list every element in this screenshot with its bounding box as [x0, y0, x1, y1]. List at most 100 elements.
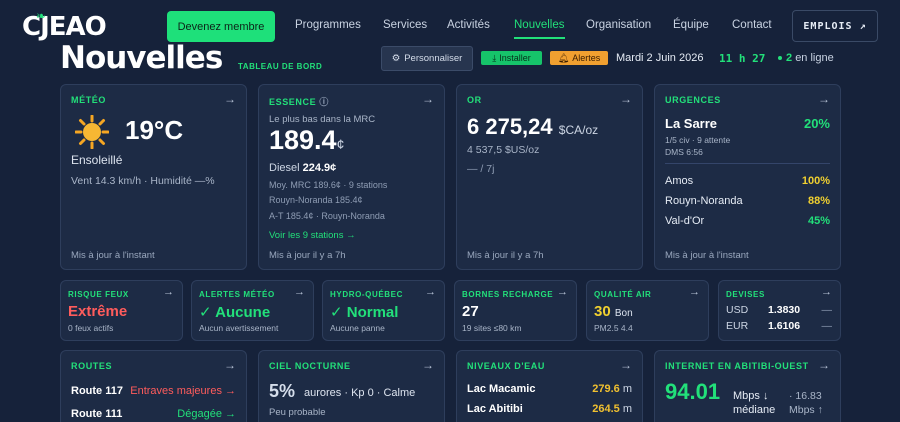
card-meteo[interactable]: MÉTÉO → 19°C Ensoleillé Vent 14.3 km/h ·… [60, 84, 247, 270]
nav-link-contact[interactable]: Contact [732, 19, 772, 31]
card-title: NIVEAUX D'EAU [467, 361, 545, 371]
card-title: CIEL NOCTURNE [269, 361, 351, 371]
help-icon[interactable]: ⓘ [319, 97, 329, 107]
card-alertes-meteo[interactable]: ALERTES MÉTÉO → ✓ Aucune Aucun avertisse… [191, 280, 314, 341]
leaf-icon: ❧ [36, 9, 46, 23]
gas-city: Rouyn-Noranda 185.4¢ [269, 195, 363, 205]
arrow-right-icon[interactable]: → [557, 286, 568, 298]
card-title: DEVISES [726, 290, 765, 299]
air-quality-value: 30 Bon [594, 303, 633, 320]
card-essence[interactable]: ESSENCE ⓘ → Le plus bas dans la MRC 189.… [258, 84, 445, 270]
arrow-right-icon[interactable]: → [422, 358, 434, 372]
weather-alert-value: ✓ Aucune [199, 304, 271, 321]
air-quality-pm: PM2.5 4.4 [594, 323, 633, 333]
emplois-button[interactable]: EMPLOIS ↗ [792, 10, 878, 42]
hospital-row: Rouyn-Noranda 88% [665, 195, 830, 207]
main-hospital: La Sarre [665, 116, 718, 131]
fire-risk-value: Extrême [68, 303, 128, 320]
currency-row: USD 1.3830 — [726, 304, 832, 316]
arrow-right-icon[interactable]: → [422, 92, 434, 106]
card-niveaux-eau[interactable]: NIVEAUX D'EAU → Lac Macamic 279.6 m Lac … [456, 350, 643, 422]
current-date: Mardi 2 Juin 2026 [616, 52, 704, 64]
charger-count: 27 [462, 303, 479, 320]
hospital-row: Amos 100% [665, 175, 830, 187]
card-title: ALERTES MÉTÉO [199, 290, 275, 299]
card-title: MÉTÉO [71, 95, 107, 105]
water-level-row: Lac Abitibi 264.5 m [467, 403, 632, 415]
arrow-right-icon[interactable]: → [620, 358, 632, 372]
card-ciel-nocturne[interactable]: CIEL NOCTURNE → 5% aurores · Kp 0 · Calm… [258, 350, 445, 422]
nav-link-activites[interactable]: Activités [447, 19, 490, 31]
route-row[interactable]: Route 111 Dégagée → [71, 408, 236, 420]
card-risque-feux[interactable]: RISQUE FEUX → Extrême 0 feux actifs [60, 280, 183, 341]
card-internet[interactable]: INTERNET EN ABITIBI-OUEST → 94.01 Mbps ↓… [654, 350, 841, 422]
arrow-right-icon[interactable]: → [224, 358, 236, 372]
online-dot-icon [778, 56, 782, 61]
main-hospital-rate: 20% [803, 116, 830, 131]
nav-link-equipe[interactable]: Équipe [673, 19, 709, 31]
route-row[interactable]: Route 117 Entraves majeures → [71, 385, 236, 397]
alerts-button[interactable]: 🔔︎ Alertes [550, 51, 608, 65]
member-button[interactable]: Devenez membre [167, 11, 275, 42]
card-or[interactable]: OR → 6 275,24 $CA/oz 4 537,5 $US/oz — / … [456, 84, 643, 270]
card-title: BORNES RECHARGE [462, 290, 554, 299]
nav-link-organisation[interactable]: Organisation [586, 19, 651, 31]
weather-alert-sub: Aucun avertissement [199, 323, 279, 333]
hospital-details: 1/5 civ · 9 attente [665, 135, 731, 145]
card-title: QUALITÉ AIR [594, 290, 652, 299]
weather-details: Vent 14.3 km/h · Humidité —% [71, 175, 215, 187]
arrow-right-icon[interactable]: → [620, 92, 632, 106]
upload-speed: · 16.83 Mbps ↑ [789, 390, 823, 416]
page-title: Nouvelles [60, 40, 223, 76]
arrow-right-icon[interactable]: → [224, 92, 236, 106]
card-title: HYDRO-QUÉBEC [330, 290, 403, 299]
sun-icon [75, 115, 109, 149]
water-level-row: Lac Macamic 279.6 m [467, 383, 632, 395]
arrow-right-icon[interactable]: → [818, 92, 830, 106]
gold-price: 6 275,24 $CA/oz [467, 114, 599, 139]
card-title: INTERNET EN ABITIBI-OUEST [665, 361, 809, 371]
arrow-right-icon[interactable]: → [821, 286, 832, 298]
nav-link-programmes[interactable]: Programmes [295, 19, 361, 31]
nav-link-nouvelles[interactable]: Nouvelles [514, 19, 565, 39]
personalize-button[interactable]: ⚙ Personnaliser [381, 46, 473, 71]
bell-icon: 🔔︎ [557, 52, 570, 63]
card-devises[interactable]: DEVISES → USD 1.3830 — EUR 1.6106 — [718, 280, 841, 341]
diesel-price: Diesel 224.9¢ [269, 162, 337, 174]
install-button[interactable]: ⤓ Installer [481, 51, 542, 65]
download-speed: 94.01 [665, 379, 721, 404]
card-title: ESSENCE ⓘ [269, 97, 329, 107]
page-subtitle: TABLEAU DE BORD [238, 62, 323, 71]
update-time: Mis à jour il y a 7h [269, 250, 346, 261]
arrow-right-icon[interactable]: → [689, 286, 700, 298]
hospital-row: Val-d'Or 45% [665, 215, 830, 227]
card-hydro-quebec[interactable]: HYDRO-QUÉBEC → ✓ Normal Aucune panne [322, 280, 445, 341]
card-qualite-air[interactable]: QUALITÉ AIR → 30 Bon PM2.5 4.4 [586, 280, 709, 341]
gas-price: 189.4¢ [269, 125, 345, 155]
card-title: OR [467, 95, 482, 105]
online-indicator: 2 en ligne [778, 52, 834, 64]
nav-link-services[interactable]: Services [383, 19, 427, 31]
view-stations-link[interactable]: Voir les 9 stations → [269, 230, 356, 241]
aurora-percent: 5% [269, 381, 296, 401]
arrow-right-icon[interactable]: → [294, 286, 305, 298]
card-bornes-recharge[interactable]: BORNES RECHARGE → 27 19 sites ≤80 km [454, 280, 577, 341]
update-time: Mis à jour il y a 7h [467, 250, 544, 261]
card-urgences[interactable]: URGENCES → La Sarre 20% 1/5 civ · 9 atte… [654, 84, 841, 270]
update-time: Mis à jour à l'instant [71, 250, 155, 261]
download-unit: Mbps ↓ médiane [733, 390, 776, 416]
temperature-value: 19°C [125, 115, 184, 145]
gold-usd: 4 537,5 $US/oz [467, 144, 540, 156]
weather-condition: Ensoleillé [71, 153, 123, 167]
gear-icon: ⚙ [391, 53, 401, 64]
power-status-value: ✓ Normal [330, 304, 399, 321]
card-title: ROUTES [71, 361, 113, 371]
aurora-probability: Peu probable [269, 407, 326, 418]
arrow-right-icon[interactable]: → [818, 358, 830, 372]
price-caption: Le plus bas dans la MRC [269, 114, 376, 125]
arrow-right-icon[interactable]: → [425, 286, 436, 298]
divider [665, 163, 830, 164]
site-logo[interactable]: ❧ CJEAO [22, 9, 107, 42]
arrow-right-icon[interactable]: → [163, 286, 174, 298]
card-routes[interactable]: ROUTES → Route 117 Entraves majeures → R… [60, 350, 247, 422]
